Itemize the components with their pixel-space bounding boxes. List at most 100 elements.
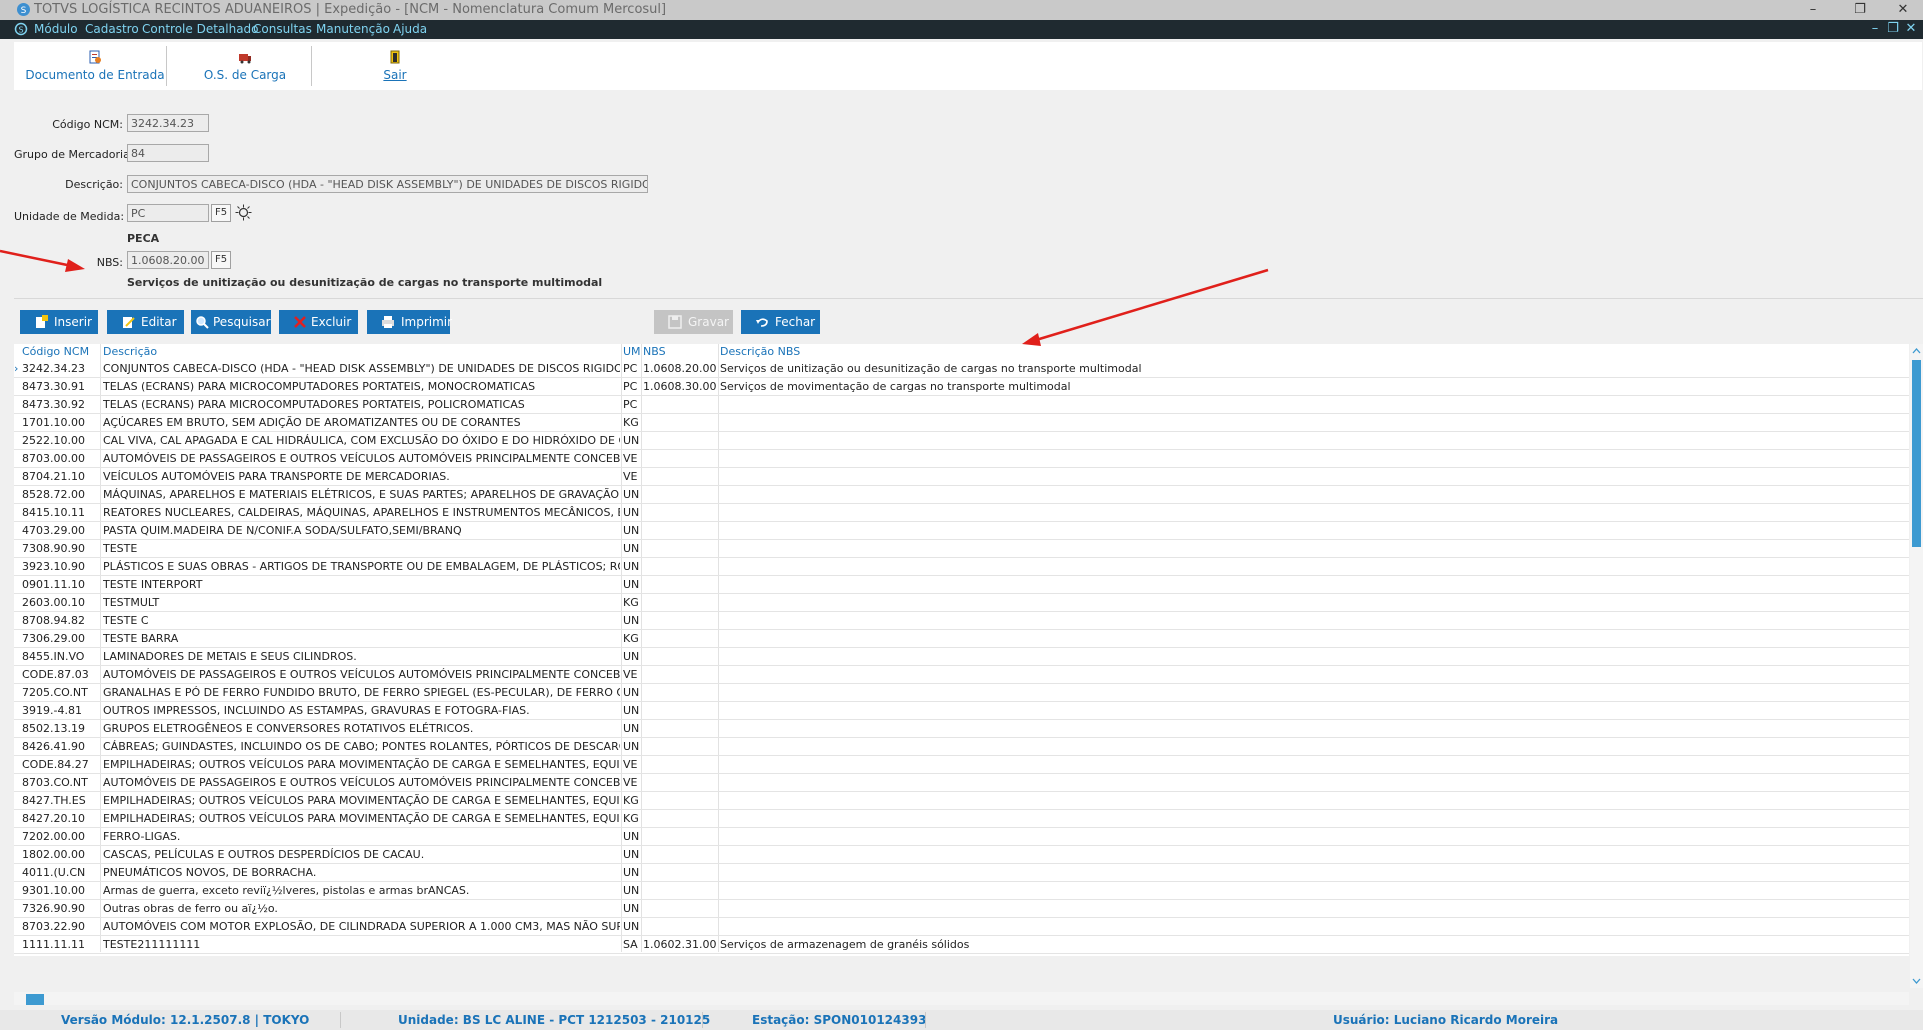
minimize-window-button[interactable]: – [1793, 0, 1833, 20]
table-row[interactable]: 1701.10.00 AÇÚCARES EM BRUTO, SEM ADIÇÃO … [14, 414, 1909, 432]
table-row[interactable]: 8703.22.90 AUTOMÓVEIS COM MOTOR EXPLOSÃO,… [14, 918, 1909, 936]
table-row[interactable]: CODE.87.03 AUTOMÓVEIS DE PASSAGEIROS E OU… [14, 666, 1909, 684]
column-header-descricao-nbs[interactable]: Descrição NBS [720, 344, 800, 360]
table-row[interactable]: 1802.00.00 CASCAS, PELÍCULAS E OUTROS DES… [14, 846, 1909, 864]
lookup-sparkle-icon[interactable] [235, 204, 252, 221]
menu-modulo[interactable]: Módulo [34, 22, 78, 36]
imprimir-button[interactable]: Imprimir [367, 310, 452, 334]
table-row[interactable]: 8455.IN.VO LAMINADORES DE METAIS E SEUS C… [14, 648, 1909, 666]
table-row[interactable]: 7205.CO.NT GRANALHAS E PÓ DE FERRO FUNDID… [14, 684, 1909, 702]
table-row[interactable]: 8528.72.00 MÁQUINAS, APARELHOS E MATERIAI… [14, 486, 1909, 504]
table-row[interactable]: 7202.00.00 FERRO-LIGAS. UN [14, 828, 1909, 846]
table-row[interactable]: 8426.41.90 CÁBREAS; GUINDASTES, INCLUINDO… [14, 738, 1909, 756]
restore-window-button[interactable]: ❐ [1840, 0, 1880, 20]
table-row[interactable]: 4011.(U.CN PNEUMÁTICOS NOVOS, DE BORRACHA… [14, 864, 1909, 882]
grupo-field[interactable]: 84 [127, 144, 209, 162]
cell-codigo-ncm: 0901.11.10 [22, 578, 85, 591]
table-row[interactable]: 0901.11.10 TESTE INTERPORT UN [14, 576, 1909, 594]
inserir-button[interactable]: Inserir [20, 310, 98, 334]
cell-nbs [643, 792, 716, 809]
exit-door-icon [390, 50, 400, 64]
status-usuario: Usuário: Luciano Ricardo Moreira [1333, 1013, 1559, 1027]
horizontal-scrollbar[interactable] [14, 992, 1909, 1005]
unidade-f5-button[interactable]: F5 [211, 204, 231, 222]
vertical-scrollbar[interactable] [1910, 344, 1923, 988]
table-row[interactable]: 2522.10.00 CAL VIVA, CAL APAGADA E CAL HI… [14, 432, 1909, 450]
table-row[interactable]: 8708.94.82 TESTE C UN [14, 612, 1909, 630]
toolbar: Documento de Entrada O.S. de Carga Sair [14, 42, 1922, 90]
horizontal-scroll-thumb[interactable] [26, 994, 44, 1005]
table-row[interactable]: 2603.00.10 TESTMULT KG [14, 594, 1909, 612]
cell-um: UN [623, 722, 640, 735]
cell-descricao: TESTMULT [103, 596, 160, 609]
cell-codigo-ncm: 7202.00.00 [22, 830, 85, 843]
pesquisar-button[interactable]: Pesquisar [191, 310, 271, 334]
mdi-close-button[interactable]: ✕ [1902, 21, 1920, 36]
table-row[interactable]: 7326.90.90 Outras obras de ferro ou aï¿½o… [14, 900, 1909, 918]
table-row[interactable]: 8427.TH.ES EMPILHADEIRAS; OUTROS VEÍCULOS… [14, 792, 1909, 810]
documento-entrada-button[interactable]: Documento de Entrada [20, 42, 170, 90]
table-row[interactable]: 8502.13.19 GRUPOS ELETROGÊNEOS E CONVERSO… [14, 720, 1909, 738]
cell-codigo-ncm: CODE.87.03 [22, 668, 89, 681]
gravar-button[interactable]: Gravar [654, 310, 733, 334]
descricao-field[interactable]: CONJUNTOS CABECA-DISCO (HDA - "HEAD DISK… [127, 175, 648, 193]
cell-codigo-ncm: 1802.00.00 [22, 848, 85, 861]
table-row[interactable]: 8703.CO.NT AUTOMÓVEIS DE PASSAGEIROS E OU… [14, 774, 1909, 792]
cell-descricao: EMPILHADEIRAS; OUTROS VEÍCULOS PARA MOVI… [103, 758, 620, 771]
table-row[interactable]: 8703.00.00 AUTOMÓVEIS DE PASSAGEIROS E OU… [14, 450, 1909, 468]
os-carga-label: O.S. de Carga [203, 68, 287, 82]
cell-nbs [643, 432, 716, 449]
nbs-f5-button[interactable]: F5 [211, 251, 231, 269]
cargo-order-icon [239, 54, 251, 64]
menu-consultas[interactable]: Consultas [253, 22, 312, 36]
cell-codigo-ncm: 4703.29.00 [22, 524, 85, 537]
table-row[interactable]: 7308.90.90 TESTE UN [14, 540, 1909, 558]
editar-button[interactable]: Editar [107, 310, 184, 334]
table-row[interactable]: CODE.84.27 EMPILHADEIRAS; OUTROS VEÍCULOS… [14, 756, 1909, 774]
table-row[interactable]: 3919.-4.81 OUTROS IMPRESSOS, INCLUINDO AS… [14, 702, 1909, 720]
table-row[interactable]: 1111.11.11 TESTE211111111 SA 1.0602.31.00 Se… [14, 936, 1909, 954]
unidade-field[interactable]: PC [127, 204, 209, 222]
ncm-field[interactable]: 3242.34.23 [127, 114, 209, 132]
scroll-up-icon[interactable] [1912, 347, 1921, 354]
table-row[interactable]: 9301.10.00 Armas de guerra, exceto reviï¿… [14, 882, 1909, 900]
os-carga-button[interactable]: O.S. de Carga [174, 42, 316, 90]
column-header-codigo-ncm[interactable]: Código NCM [22, 344, 89, 360]
table-row[interactable]: 8473.30.91 TELAS (ECRANS) PARA MICROCOMPU… [14, 378, 1909, 396]
nbs-field[interactable]: 1.0608.20.00 [127, 251, 209, 269]
fechar-button[interactable]: Fechar [741, 310, 820, 334]
mdi-restore-button[interactable]: ❐ [1884, 21, 1902, 36]
excluir-button[interactable]: Excluir [279, 310, 358, 334]
column-header-nbs[interactable]: NBS [643, 344, 666, 360]
insert-icon [36, 315, 48, 328]
ncm-grid[interactable]: Código NCM Descrição UM NBS Descrição NB… [14, 344, 1909, 956]
mdi-minimize-button[interactable]: – [1866, 21, 1884, 36]
cell-nbs: 1.0608.30.00 [643, 380, 716, 393]
menu-manutencao[interactable]: Manutenção [316, 22, 390, 36]
cell-descricao-nbs: Serviços de unitização ou desunitização … [720, 362, 1142, 375]
menu-ajuda[interactable]: Ajuda [393, 22, 427, 36]
table-row[interactable]: 8473.30.92 TELAS (ECRANS) PARA MICROCOMPU… [14, 396, 1909, 414]
cell-nbs [643, 612, 716, 629]
table-row[interactable]: 7306.29.00 TESTE BARRA KG [14, 630, 1909, 648]
table-row[interactable]: 8427.20.10 EMPILHADEIRAS; OUTROS VEÍCULOS… [14, 810, 1909, 828]
table-row[interactable]: 3242.34.23 CONJUNTOS CABECA-DISCO (HDA - … [14, 360, 1909, 378]
column-header-um[interactable]: UM [623, 344, 641, 360]
table-row[interactable]: 8704.21.10 VEÍCULOS AUTOMÓVEIS PARA TRANS… [14, 468, 1909, 486]
column-header-descricao[interactable]: Descrição [103, 344, 157, 360]
sair-button[interactable]: Sair [340, 42, 450, 90]
table-row[interactable]: 3923.10.90 PLÁSTICOS E SUAS OBRAS - ARTIG… [14, 558, 1909, 576]
table-row[interactable]: 8415.10.11 REATORES NUCLEARES, CALDEIRAS,… [14, 504, 1909, 522]
vertical-scroll-thumb[interactable] [1912, 360, 1921, 547]
cell-descricao-nbs [720, 504, 1900, 521]
cell-um: UN [623, 830, 640, 843]
cell-descricao: AUTOMÓVEIS DE PASSAGEIROS E OUTROS VEÍCU… [103, 776, 620, 789]
cell-codigo-ncm: 4011.(U.CN [22, 866, 86, 879]
totvs-menu-icon[interactable]: S [14, 22, 28, 36]
menu-controle-detalhado[interactable]: Controle Detalhado [142, 22, 259, 36]
table-row[interactable]: 4703.29.00 PASTA QUIM.MADEIRA DE N/CONIF.… [14, 522, 1909, 540]
menu-cadastro[interactable]: Cadastro [85, 22, 139, 36]
close-window-button[interactable]: ✕ [1883, 0, 1923, 20]
cell-codigo-ncm: 7306.29.00 [22, 632, 85, 645]
scroll-down-icon[interactable] [1912, 978, 1921, 985]
